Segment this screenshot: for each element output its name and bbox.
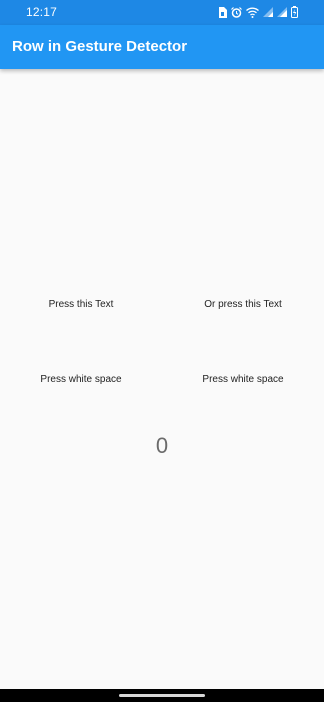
screen: 12:17 Row in Gesture Detector Press this… [0,0,324,702]
signal-icon [277,7,287,17]
battery-icon [291,6,298,18]
app-title: Row in Gesture Detector [12,38,188,55]
navigation-bar [0,689,324,702]
gesture-row-text[interactable]: Press this Text Or press this Text [0,299,324,310]
status-bar: 12:17 [0,0,324,25]
press-whitespace-left[interactable]: Press white space [0,374,162,385]
wifi-icon [246,7,259,18]
press-whitespace-right[interactable]: Press white space [162,374,324,385]
sim-icon [218,6,227,18]
press-text-left[interactable]: Press this Text [0,299,162,310]
home-gesture-handle[interactable] [119,694,205,697]
alarm-icon [231,6,242,18]
app-bar: Row in Gesture Detector [0,25,324,69]
gesture-row-whitespace[interactable]: Press white space Press white space [0,374,324,385]
signal-icon [263,7,273,17]
status-time: 12:17 [26,5,58,19]
status-icons [218,6,298,18]
counter-value: 0 [155,433,169,458]
press-text-right[interactable]: Or press this Text [162,299,324,310]
